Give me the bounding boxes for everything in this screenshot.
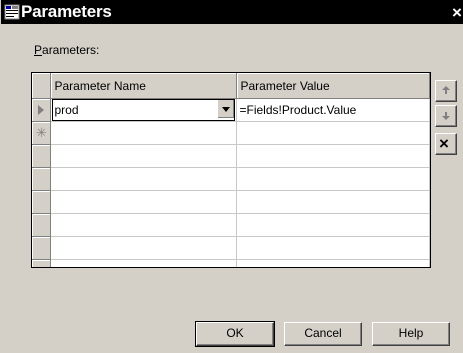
empty-cell [50, 190, 237, 214]
parameter-name-value: prod [54, 103, 79, 117]
ok-button[interactable]: OK [195, 321, 275, 347]
row-selector [32, 167, 51, 191]
row-selector [32, 236, 51, 260]
row-selector[interactable] [32, 98, 51, 122]
current-row-icon [38, 105, 44, 115]
empty-cell [50, 213, 237, 237]
arrow-up-stem [445, 90, 447, 94]
empty-cell [236, 259, 430, 267]
grid-header-row: Parameter Name Parameter Value [32, 73, 430, 99]
empty-cell [236, 213, 430, 237]
parameter-name-cell[interactable]: prod [50, 98, 237, 122]
parameters-label: Parameters: [34, 43, 99, 57]
empty-cell [236, 190, 430, 214]
parameters-dialog: Parameters × Parameters: Parameter Name … [0, 0, 463, 353]
parameters-grid[interactable]: Parameter Name Parameter Value prod =Fie… [31, 72, 431, 268]
delete-icon: × [439, 134, 449, 153]
report-icon [4, 4, 20, 20]
row-selector [32, 213, 51, 237]
empty-cell [236, 167, 430, 191]
header-corner [32, 73, 51, 99]
arrow-down-icon [442, 116, 450, 120]
parameters-label-rest: arameters: [42, 43, 100, 57]
parameter-value-cell[interactable]: =Fields!Product.Value [236, 98, 430, 122]
delete-button[interactable]: × [435, 133, 457, 155]
empty-cell [236, 236, 430, 260]
help-button[interactable]: Help [372, 322, 450, 346]
move-down-button[interactable] [435, 105, 457, 127]
empty-cell [50, 167, 237, 191]
empty-row [32, 144, 430, 168]
parameters-label-mnemonic: P [34, 43, 43, 57]
table-row[interactable]: prod =Fields!Product.Value [32, 98, 430, 122]
parameter-name-cell[interactable] [50, 121, 237, 145]
parameter-name-dropdown[interactable]: prod [51, 99, 235, 121]
parameters-table: Parameter Name Parameter Value prod =Fie… [32, 73, 430, 267]
empty-row [32, 259, 430, 267]
empty-cell [236, 144, 430, 168]
empty-row [32, 167, 430, 191]
parameter-value-cell[interactable] [236, 121, 430, 145]
new-row-icon: ✳ [36, 125, 47, 140]
chevron-down-icon[interactable] [216, 100, 234, 118]
column-header-name[interactable]: Parameter Name [50, 73, 237, 99]
row-selector[interactable]: ✳ [32, 121, 51, 145]
empty-cell [50, 259, 237, 267]
empty-cell [50, 144, 237, 168]
title-bar[interactable]: Parameters × [1, 0, 463, 24]
move-up-button[interactable] [435, 80, 457, 102]
row-selector [32, 190, 51, 214]
column-header-value[interactable]: Parameter Value [236, 73, 430, 99]
window-title: Parameters [21, 2, 112, 21]
row-selector [32, 144, 51, 168]
empty-row [32, 213, 430, 237]
empty-row [32, 236, 430, 260]
empty-row [32, 190, 430, 214]
new-row[interactable]: ✳ [32, 121, 430, 145]
cancel-button[interactable]: Cancel [284, 322, 362, 346]
row-selector [32, 259, 51, 267]
empty-cell [50, 236, 237, 260]
close-icon[interactable]: × [448, 4, 463, 21]
